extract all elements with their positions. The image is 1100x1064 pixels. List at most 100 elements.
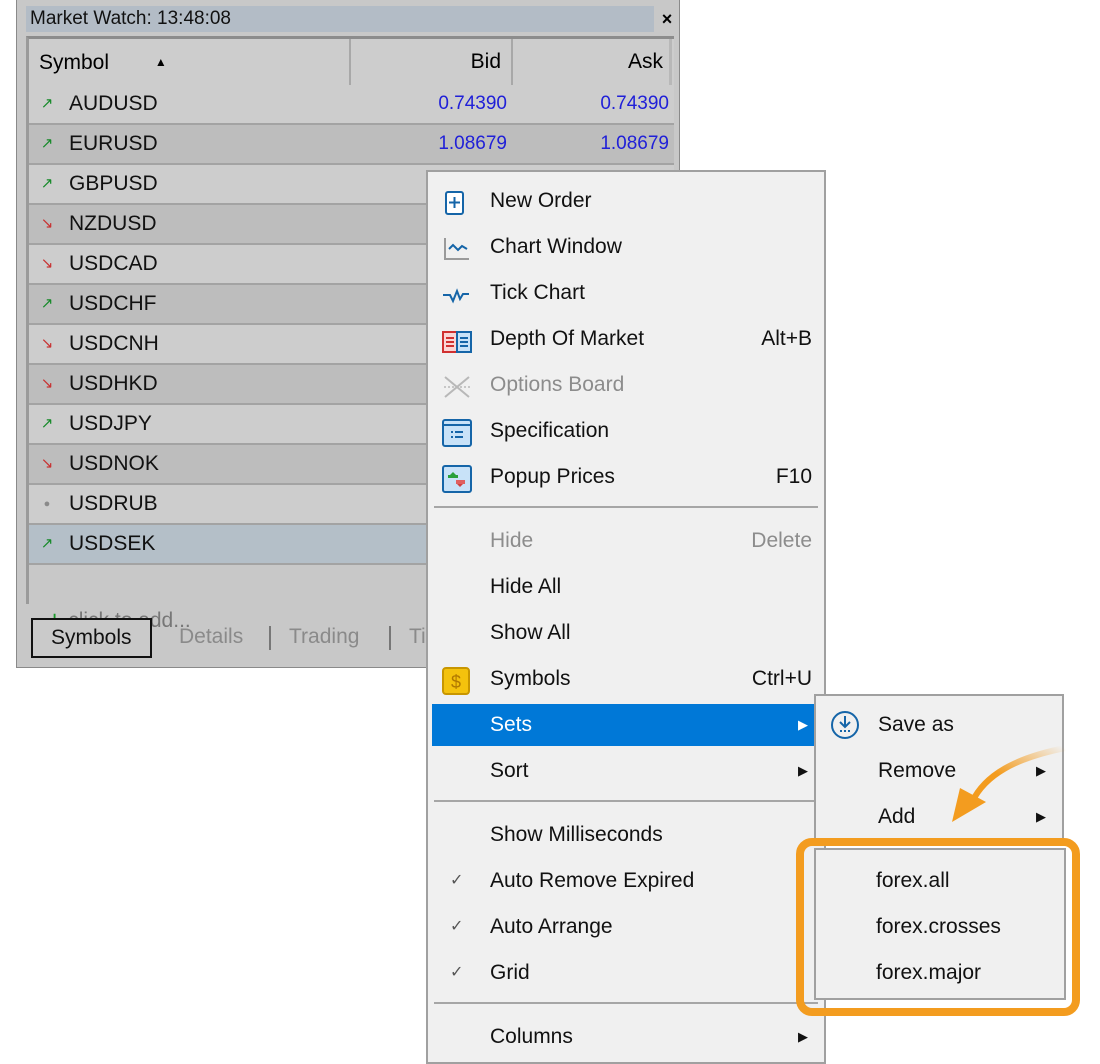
menu-item-hide: Hide Delete xyxy=(432,520,820,562)
bid-price: 0.74390 xyxy=(438,93,507,114)
menu-item-symbols[interactable]: $ Symbols Ctrl+U xyxy=(432,658,820,700)
table-row[interactable]: ↗ EURUSD 1.08679 1.08679 xyxy=(29,125,674,165)
menu-item-auto-arrange[interactable]: ✓ Auto Arrange xyxy=(432,906,820,948)
trend-up-icon: ↗ xyxy=(40,175,54,192)
symbol-name: USDNOK xyxy=(69,452,159,475)
menu-item-label: Symbols xyxy=(490,667,571,690)
menu-item-label: Hide All xyxy=(490,575,562,598)
menu-item-popup-prices[interactable]: Popup Prices F10 xyxy=(432,456,820,498)
window-title: Market Watch: 13:48:08 xyxy=(26,6,654,32)
menu-item-label: Sets xyxy=(490,713,533,736)
column-label: Symbol xyxy=(39,51,110,74)
menu-item-label: Auto Remove Expired xyxy=(490,869,695,892)
ask-price: 0.74390 xyxy=(600,93,669,114)
annotation-highlight-box xyxy=(796,838,1080,1016)
symbol-name: USDCAD xyxy=(69,252,158,275)
shortcut-label: Ctrl+U xyxy=(751,667,812,690)
tab-divider xyxy=(389,626,391,650)
menu-separator xyxy=(434,800,818,802)
menu-item-new-order[interactable]: New Order xyxy=(432,180,820,222)
table-header: Symbol ▲ Bid Ask xyxy=(29,39,674,85)
shortcut-label: Alt+B xyxy=(761,327,812,350)
menu-item-auto-remove-expired[interactable]: ✓ Auto Remove Expired xyxy=(432,860,820,902)
menu-item-columns[interactable]: Columns ▶ xyxy=(432,1016,820,1058)
submenu-arrow-icon: ▶ xyxy=(798,1029,808,1044)
bid-price: 1.08679 xyxy=(438,133,507,154)
symbol-name: USDJPY xyxy=(69,412,152,435)
checkmark-icon: ✓ xyxy=(450,872,464,889)
menu-item-label: Options Board xyxy=(490,373,625,396)
trend-down-icon: ↘ xyxy=(40,215,54,232)
trend-down-icon: ↘ xyxy=(40,375,54,392)
menu-item-chart-window[interactable]: Chart Window xyxy=(432,226,820,268)
menu-item-label: Show All xyxy=(490,621,571,644)
submenu-arrow-icon: ▶ xyxy=(798,763,808,778)
tab-symbols[interactable]: Symbols xyxy=(31,618,152,658)
menu-item-show-milliseconds[interactable]: Show Milliseconds xyxy=(432,814,820,856)
save-as-icon xyxy=(830,710,859,739)
menu-item-label: Sort xyxy=(490,759,529,782)
trend-up-icon: ↗ xyxy=(40,135,54,152)
shortcut-label: F10 xyxy=(775,465,812,488)
checkmark-icon: ✓ xyxy=(450,918,464,935)
trend-down-icon: ↘ xyxy=(40,335,54,352)
column-header-ask[interactable]: Ask xyxy=(515,39,663,85)
menu-item-label: Depth Of Market xyxy=(490,327,645,350)
annotation-arrow-icon xyxy=(952,745,1066,822)
menu-item-label: New Order xyxy=(490,189,592,212)
context-menu: New Order Chart Window Tick Chart Depth Of … xyxy=(426,170,826,1064)
specification-icon xyxy=(442,419,472,447)
tab-details[interactable]: Details xyxy=(179,618,243,656)
menu-item-depth-of-market[interactable]: Depth Of Market Alt+B xyxy=(432,318,820,360)
trend-neutral-icon: ● xyxy=(43,498,51,510)
symbol-name: NZDUSD xyxy=(69,212,157,235)
trend-down-icon: ↘ xyxy=(40,255,54,272)
options-board-icon xyxy=(442,373,470,399)
trend-up-icon: ↗ xyxy=(40,415,54,432)
menu-item-grid[interactable]: ✓ Grid xyxy=(432,952,820,994)
trend-up-icon: ↗ xyxy=(40,535,54,552)
scrollbar[interactable] xyxy=(669,39,672,85)
menu-item-label: Columns xyxy=(490,1025,573,1048)
symbol-name: EURUSD xyxy=(69,132,158,155)
popup-prices-icon xyxy=(442,465,472,493)
menu-item-hide-all[interactable]: Hide All xyxy=(432,566,820,608)
symbol-name: GBPUSD xyxy=(69,172,158,195)
close-icon[interactable]: × xyxy=(655,6,679,32)
menu-item-label: Chart Window xyxy=(490,235,622,258)
new-order-icon xyxy=(442,189,470,215)
menu-separator xyxy=(434,1002,818,1004)
trend-up-icon: ↗ xyxy=(40,295,54,312)
menu-item-tick-chart[interactable]: Tick Chart xyxy=(432,272,820,314)
checkmark-icon: ✓ xyxy=(450,964,464,981)
menu-item-label: Hide xyxy=(490,529,534,552)
symbol-name: AUDUSD xyxy=(69,92,158,115)
menu-item-label: Add xyxy=(878,805,916,828)
depth-of-market-icon xyxy=(442,327,472,353)
tab-divider xyxy=(269,626,271,650)
menu-item-specification[interactable]: Specification xyxy=(432,410,820,452)
column-header-bid[interactable]: Bid xyxy=(351,39,501,85)
symbol-name: USDCNH xyxy=(69,332,159,355)
menu-item-sort[interactable]: Sort ▶ xyxy=(432,750,820,792)
menu-item-label: Grid xyxy=(490,961,530,984)
menu-item-options-board: Options Board xyxy=(432,364,820,406)
symbol-name: USDHKD xyxy=(69,372,158,395)
menu-item-sets[interactable]: Sets ▶ xyxy=(432,704,820,746)
symbols-icon: $ xyxy=(442,667,470,695)
menu-item-show-all[interactable]: Show All xyxy=(432,612,820,654)
submenu-arrow-icon: ▶ xyxy=(798,717,808,732)
shortcut-label: Delete xyxy=(751,529,812,552)
chart-window-icon xyxy=(442,235,470,261)
trend-up-icon: ↗ xyxy=(40,95,54,112)
symbol-name: USDCHF xyxy=(69,292,157,315)
menu-item-label: Auto Arrange xyxy=(490,915,613,938)
column-header-symbol[interactable]: Symbol ▲ xyxy=(39,39,167,85)
ask-price: 1.08679 xyxy=(600,133,669,154)
menu-item-label: Tick Chart xyxy=(490,281,585,304)
tab-trading[interactable]: Trading xyxy=(289,618,359,656)
table-row[interactable]: ↗ AUDUSD 0.74390 0.74390 xyxy=(29,85,674,125)
symbol-name: USDRUB xyxy=(69,492,158,515)
symbol-name: USDSEK xyxy=(69,532,156,555)
trend-down-icon: ↘ xyxy=(40,455,54,472)
